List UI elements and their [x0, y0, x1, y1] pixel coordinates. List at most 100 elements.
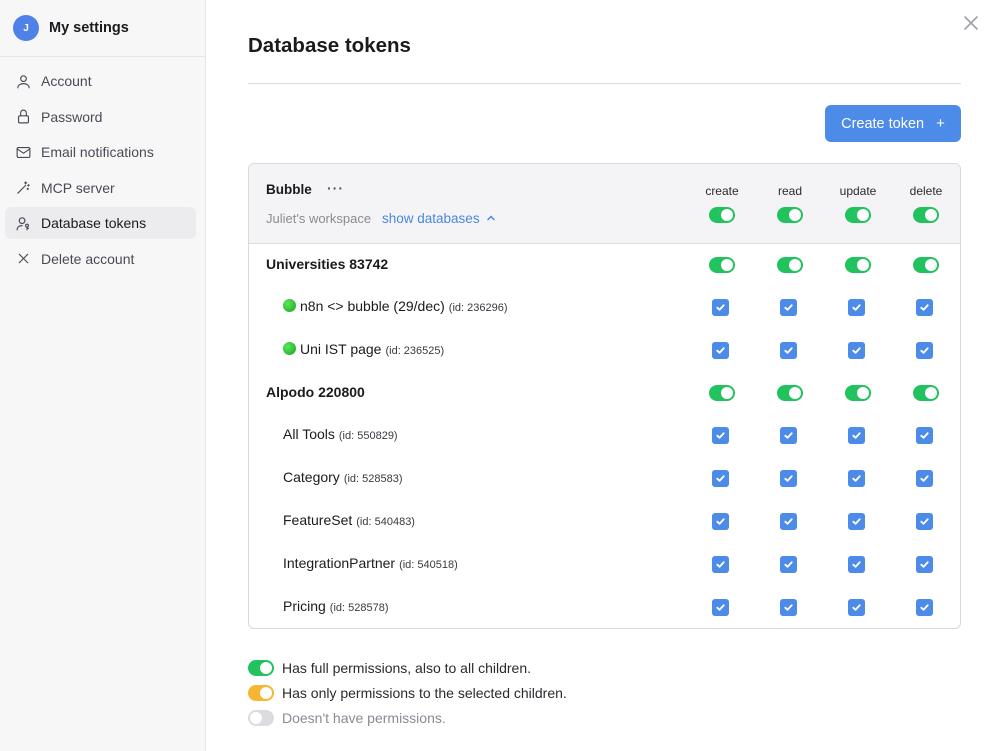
checkbox-read[interactable]	[780, 342, 797, 359]
user-key-icon	[14, 214, 32, 232]
toggle-update[interactable]	[845, 257, 871, 273]
legend-text: Has only permissions to the selected chi…	[282, 685, 567, 701]
column-delete: delete	[909, 184, 943, 198]
checkbox-update[interactable]	[848, 427, 865, 444]
checkbox-update[interactable]	[848, 299, 865, 316]
toggle-delete[interactable]	[913, 257, 939, 273]
checkbox-create[interactable]	[712, 599, 729, 616]
checkbox-read[interactable]	[780, 556, 797, 573]
sidebar-item-account[interactable]: Account	[5, 65, 196, 97]
legend-toggle-full	[248, 660, 274, 676]
sidebar-item-database-tokens[interactable]: Database tokens	[5, 207, 196, 239]
checkbox-delete[interactable]	[916, 299, 933, 316]
check-icon	[920, 561, 929, 568]
checkbox-delete[interactable]	[916, 470, 933, 487]
checkbox-create[interactable]	[712, 470, 729, 487]
checkbox-create[interactable]	[712, 342, 729, 359]
sidebar-title: My settings	[49, 20, 129, 36]
row-name: All Tools	[283, 426, 335, 442]
checkbox-create[interactable]	[712, 299, 729, 316]
more-menu-icon[interactable]: ···	[327, 180, 344, 196]
check-icon	[716, 518, 725, 525]
close-button[interactable]	[962, 14, 980, 32]
checkbox-update[interactable]	[848, 470, 865, 487]
check-icon	[920, 432, 929, 439]
checkbox-delete[interactable]	[916, 427, 933, 444]
check-icon	[852, 561, 861, 568]
checkbox-delete[interactable]	[916, 556, 933, 573]
check-icon	[852, 304, 861, 311]
check-icon	[784, 432, 793, 439]
check-icon	[716, 432, 725, 439]
create-token-button[interactable]: Create token +	[825, 105, 961, 142]
user-icon	[14, 72, 32, 90]
checkbox-update[interactable]	[848, 513, 865, 530]
toggle-read[interactable]	[777, 385, 803, 401]
row-id: (id: 540483)	[356, 516, 415, 528]
toggle-update[interactable]	[845, 385, 871, 401]
checkbox-delete[interactable]	[916, 599, 933, 616]
checkbox-read[interactable]	[780, 470, 797, 487]
toggle-create[interactable]	[709, 257, 735, 273]
toggle-update-all[interactable]	[845, 207, 871, 223]
checkbox-update[interactable]	[848, 556, 865, 573]
show-databases-link[interactable]: show databases	[382, 211, 496, 226]
check-icon	[920, 518, 929, 525]
token-name: Bubble	[266, 182, 312, 197]
sidebar-item-email-notifications[interactable]: Email notifications	[5, 136, 196, 168]
checkbox-read[interactable]	[780, 513, 797, 530]
check-icon	[716, 347, 725, 354]
toggle-delete-all[interactable]	[913, 207, 939, 223]
checkbox-update[interactable]	[848, 599, 865, 616]
check-icon	[920, 475, 929, 482]
row-name: n8n <> bubble (29/dec)	[300, 298, 445, 314]
checkbox-read[interactable]	[780, 299, 797, 316]
toggle-read-all[interactable]	[777, 207, 803, 223]
status-dot-icon	[283, 342, 296, 355]
check-icon	[784, 604, 793, 611]
x-icon	[14, 250, 32, 268]
legend-full: Has full permissions, also to all childr…	[248, 660, 531, 676]
sidebar-header: J My settings	[0, 0, 205, 57]
legend-text: Has full permissions, also to all childr…	[282, 660, 531, 676]
checkbox-create[interactable]	[712, 427, 729, 444]
toggle-read[interactable]	[777, 257, 803, 273]
toggle-delete[interactable]	[913, 385, 939, 401]
sidebar-item-delete-account[interactable]: Delete account	[5, 243, 196, 275]
legend-none: Doesn't have permissions.	[248, 710, 446, 726]
check-icon	[920, 304, 929, 311]
checkbox-update[interactable]	[848, 342, 865, 359]
token-header: Bubble ··· Juliet's workspace show datab…	[249, 164, 960, 244]
settings-sidebar: J My settings Account Password Email not…	[0, 0, 206, 751]
checkbox-read[interactable]	[780, 427, 797, 444]
table-row: Uni IST page (id: 236525)	[283, 341, 444, 357]
sidebar-item-label: Password	[41, 108, 103, 125]
legend-text: Doesn't have permissions.	[282, 710, 446, 726]
checkbox-delete[interactable]	[916, 513, 933, 530]
toggle-create-all[interactable]	[709, 207, 735, 223]
column-update: update	[839, 184, 877, 198]
checkbox-delete[interactable]	[916, 342, 933, 359]
toggle-create[interactable]	[709, 385, 735, 401]
check-icon	[852, 518, 861, 525]
table-row: IntegrationPartner (id: 540518)	[283, 555, 458, 571]
create-token-label: Create token	[841, 115, 925, 132]
table-row: Pricing (id: 528578)	[283, 598, 389, 614]
avatar[interactable]: J	[13, 15, 39, 41]
checkbox-create[interactable]	[712, 513, 729, 530]
legend-partial: Has only permissions to the selected chi…	[248, 685, 567, 701]
checkbox-read[interactable]	[780, 599, 797, 616]
table-row: All Tools (id: 550829)	[283, 426, 398, 442]
check-icon	[852, 475, 861, 482]
sidebar-item-password[interactable]: Password	[5, 101, 196, 133]
checkbox-create[interactable]	[712, 556, 729, 573]
sidebar-item-mcp-server[interactable]: MCP server	[5, 172, 196, 204]
sidebar-item-label: Account	[41, 73, 92, 89]
divider	[248, 83, 961, 84]
database-group-label: Universities 83742	[266, 256, 388, 272]
sidebar-item-label: Delete account	[41, 250, 135, 267]
row-id: (id: 550829)	[338, 430, 398, 442]
plus-icon: +	[936, 115, 945, 132]
check-icon	[852, 432, 861, 439]
row-id: (id: 236296)	[448, 302, 508, 314]
